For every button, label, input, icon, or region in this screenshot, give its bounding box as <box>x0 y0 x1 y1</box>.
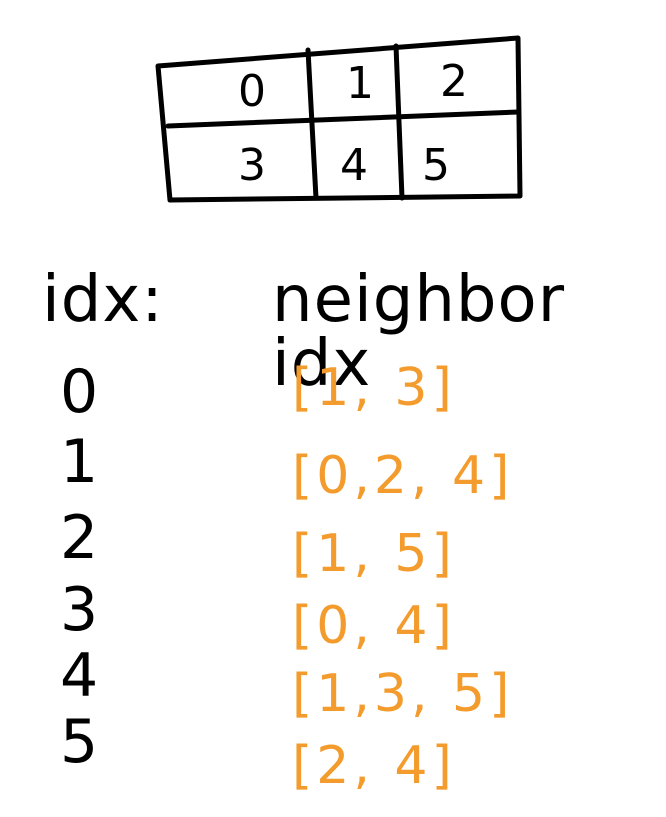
row-neighbors-3: [0, 4] <box>292 596 456 656</box>
grid-cell-3: 3 <box>238 140 266 191</box>
row-idx-4: 4 <box>60 641 99 711</box>
row-neighbors-1: [0,2, 4] <box>292 446 514 506</box>
grid-col-divider-1 <box>305 47 319 201</box>
row-idx-0: 0 <box>60 357 99 427</box>
row-idx-3: 3 <box>60 575 99 645</box>
grid-cell-4: 4 <box>340 140 368 191</box>
grid-cell-1: 1 <box>346 58 374 109</box>
row-neighbors-4: [1,3, 5] <box>292 664 514 724</box>
row-neighbors-0: [1, 3] <box>292 358 456 418</box>
grid-figure: 0 1 2 3 4 5 <box>150 28 530 213</box>
grid-row-divider <box>165 109 521 129</box>
header-idx: idx: <box>42 263 164 337</box>
row-neighbors-2: [1, 5] <box>292 524 456 584</box>
row-neighbors-5: [2, 4] <box>292 736 456 796</box>
page: 0 1 2 3 4 5 idx: neighbor idx 0 1 2 3 4 … <box>0 0 666 817</box>
grid-svg: 0 1 2 3 4 5 <box>155 35 523 203</box>
grid-col-divider-2 <box>393 43 405 201</box>
grid-cell-2: 2 <box>440 56 468 107</box>
row-idx-5: 5 <box>60 707 99 777</box>
row-idx-2: 2 <box>60 503 99 573</box>
grid-cell-5: 5 <box>422 140 450 191</box>
grid-cell-0: 0 <box>238 66 266 117</box>
row-idx-1: 1 <box>60 427 99 497</box>
